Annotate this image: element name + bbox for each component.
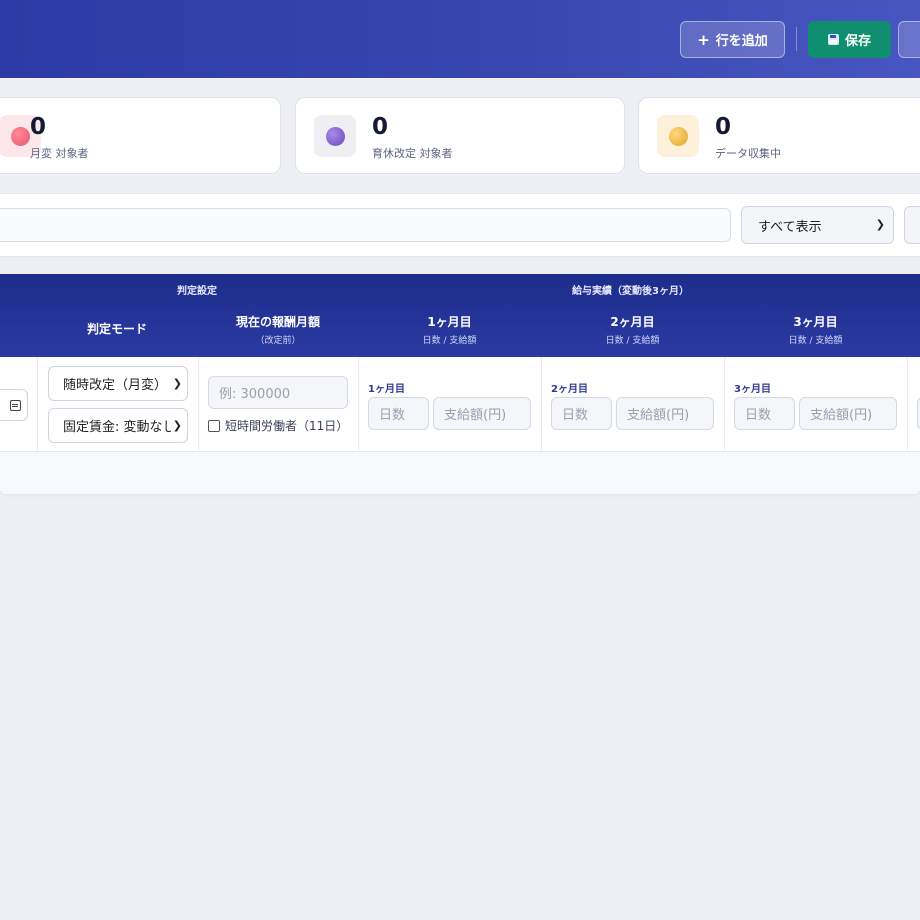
calendar-icon: [10, 399, 21, 411]
column-divider: [358, 357, 359, 452]
month-2-days-input[interactable]: 日数: [551, 397, 612, 430]
table-row: 随時改定（月変） ❯ 固定賃金: 変動なし ❯ 例: 300000 短時間労働者…: [0, 357, 920, 452]
display-filter-value: すべて表示: [758, 219, 822, 235]
calendar-button[interactable]: [0, 389, 28, 421]
mode-select[interactable]: 随時改定（月変） ❯: [48, 366, 188, 401]
add-row-button[interactable]: + 行を追加: [680, 21, 785, 58]
checkbox-box[interactable]: [208, 419, 220, 432]
chevron-down-icon: ❯: [170, 419, 182, 432]
month-3-label: 3ヶ月目: [734, 384, 771, 395]
save-label: 保存: [844, 34, 871, 49]
col-header-month-2: 2ヶ月目 日数 / 支給額: [605, 315, 660, 346]
stat-card-ikukyu: 0 育休改定 対象者: [295, 97, 625, 174]
column-divider: [198, 357, 199, 452]
header-extra-button[interactable]: [898, 21, 920, 58]
short-time-checkbox[interactable]: 短時間労働者（11日）: [208, 417, 348, 434]
data-table: 判定設定 給与実績（変動後3ヶ月） 判定モード 現在の報酬月額 （改定前） 1ヶ…: [0, 274, 920, 494]
wage-select-value: 固定賃金: 変動なし: [63, 420, 176, 435]
save-button[interactable]: 保存: [808, 21, 891, 58]
column-divider: [37, 357, 38, 452]
current-salary-input[interactable]: 例: 300000: [208, 376, 348, 409]
col-header-month-3: 3ヶ月目 日数 / 支給額: [788, 315, 843, 346]
plus-icon: +: [697, 30, 710, 49]
add-row-label: 行を追加: [715, 34, 768, 49]
yellow-dot-icon: [657, 115, 699, 157]
mode-select-value: 随時改定（月変）: [63, 378, 168, 393]
table-header: 判定設定 給与実績（変動後3ヶ月） 判定モード 現在の報酬月額 （改定前） 1ヶ…: [0, 274, 920, 357]
stat-card-getsuhen: 0 月変 対象者: [0, 97, 281, 174]
chevron-down-icon: ❯: [170, 377, 182, 390]
filter-extra-button[interactable]: [904, 206, 920, 244]
month-1-days-input[interactable]: 日数: [368, 397, 429, 430]
purple-dot-icon: [314, 115, 356, 157]
stat-label: 育休改定 対象者: [372, 147, 453, 160]
stat-card-collecting: 0 データ収集中: [638, 97, 920, 174]
stat-label: データ収集中: [715, 147, 781, 160]
stat-label: 月変 対象者: [30, 147, 89, 160]
wage-select[interactable]: 固定賃金: 変動なし ❯: [48, 408, 188, 443]
chevron-down-icon: ❯: [875, 218, 885, 231]
month-2-label: 2ヶ月目: [551, 384, 588, 395]
search-input[interactable]: [0, 208, 731, 242]
column-divider: [541, 357, 542, 452]
col-header-mode: 判定モード: [86, 322, 147, 336]
col-header-month-1: 1ヶ月目 日数 / 支給額: [422, 315, 477, 346]
group-header-judgement: 判定設定: [177, 286, 217, 297]
stat-value: 0: [715, 114, 732, 140]
floppy-disk-icon: [827, 34, 839, 45]
display-filter-select[interactable]: すべて表示 ❯: [741, 206, 894, 244]
stat-value: 0: [372, 114, 389, 140]
header-divider: [796, 27, 797, 51]
group-header-salary: 給与実績（変動後3ヶ月）: [572, 286, 689, 297]
short-time-label: 短時間労働者（11日）: [225, 419, 349, 433]
month-3-pay-input[interactable]: 支給額(円): [799, 397, 897, 430]
col-header-current: 現在の報酬月額 （改定前）: [235, 315, 320, 346]
column-divider: [724, 357, 725, 452]
app-header: + 行を追加 保存: [0, 0, 920, 78]
month-2-pay-input[interactable]: 支給額(円): [616, 397, 714, 430]
filter-bar: すべて表示 ❯: [0, 193, 920, 257]
stat-value: 0: [30, 114, 47, 140]
column-divider: [907, 357, 908, 452]
month-1-pay-input[interactable]: 支給額(円): [433, 397, 531, 430]
month-3-days-input[interactable]: 日数: [734, 397, 795, 430]
month-1-label: 1ヶ月目: [368, 384, 405, 395]
table-footer: [0, 452, 920, 494]
